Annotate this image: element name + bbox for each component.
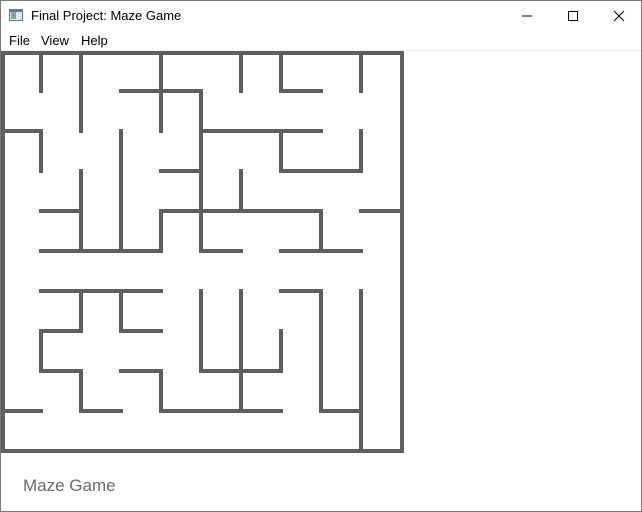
minimize-button[interactable]	[504, 1, 550, 31]
close-icon	[613, 10, 625, 22]
maze-walls	[1, 51, 404, 453]
window-title: Final Project: Maze Game	[31, 8, 182, 23]
menu-file[interactable]: File	[9, 33, 30, 48]
menu-help[interactable]: Help	[81, 33, 108, 48]
maze-board[interactable]	[1, 51, 411, 461]
minimize-icon	[522, 15, 532, 17]
maximize-button[interactable]	[550, 1, 596, 31]
application-window: Final Project: Maze Game File View Help	[0, 0, 642, 512]
maximize-icon	[568, 11, 578, 21]
title-bar[interactable]: Final Project: Maze Game	[1, 1, 641, 31]
menu-view[interactable]: View	[41, 33, 69, 48]
menu-bar: File View Help	[1, 31, 641, 51]
window-app-icon[interactable]	[9, 9, 23, 21]
status-label: Maze Game	[23, 476, 116, 495]
close-button[interactable]	[596, 1, 641, 31]
